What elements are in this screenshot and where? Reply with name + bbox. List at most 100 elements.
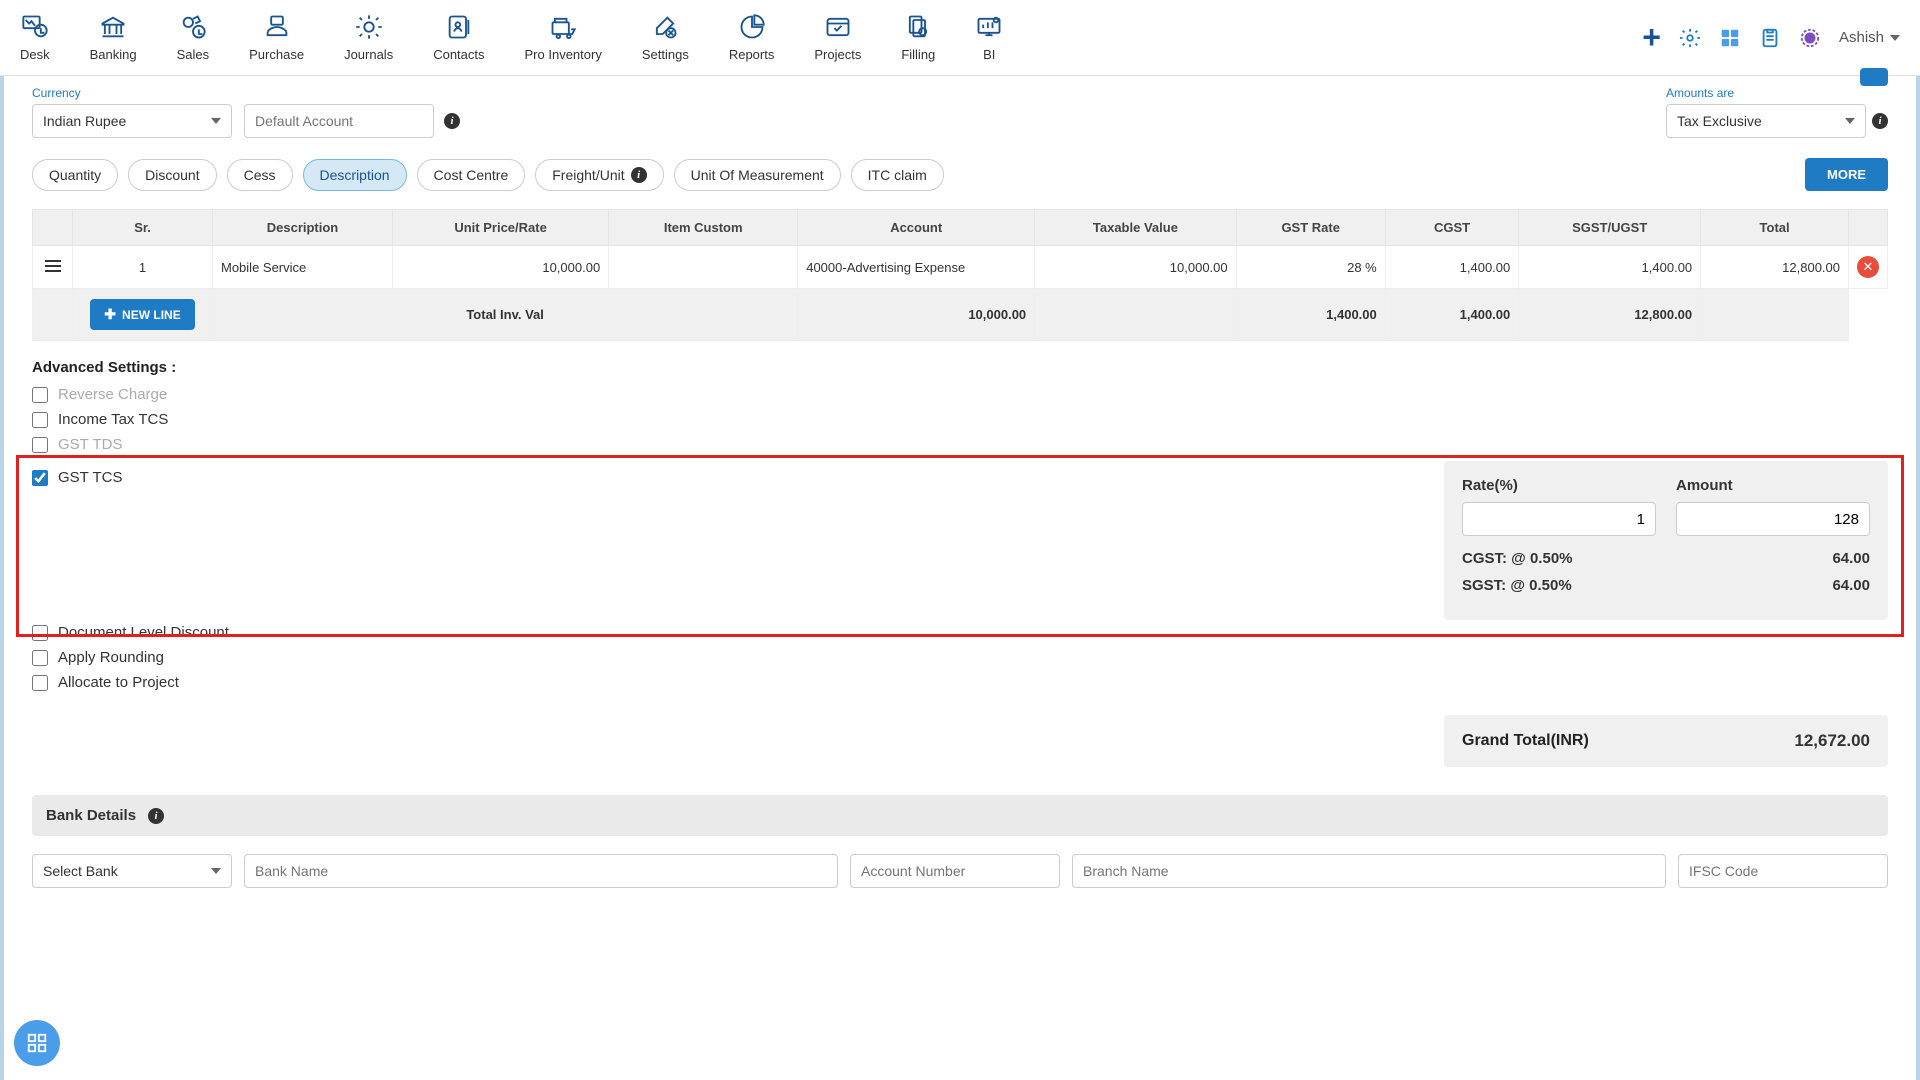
nav-sales[interactable]: Sales <box>177 13 210 62</box>
nav-inventory[interactable]: Pro Inventory <box>525 13 602 62</box>
grid-icon <box>26 1032 48 1054</box>
bank-branch-input[interactable] <box>1072 854 1666 888</box>
currency-select[interactable]: Indian Rupee <box>32 104 232 138</box>
nav-purchase[interactable]: Purchase <box>249 13 304 62</box>
bi-icon <box>975 13 1003 41</box>
reports-icon <box>738 13 766 41</box>
cb-gst-tds: GST TDS <box>32 436 1888 453</box>
info-icon[interactable]: i <box>444 113 460 129</box>
drag-handle-icon[interactable] <box>45 260 61 272</box>
bank-account-input[interactable] <box>850 854 1060 888</box>
bank-row: Select Bank <box>32 854 1888 888</box>
chip-itc[interactable]: ITC claim <box>851 159 944 191</box>
chip-quantity[interactable]: Quantity <box>32 159 118 191</box>
amounts-group: Amounts are Tax Exclusive i <box>1666 86 1888 138</box>
info-icon[interactable]: i <box>1872 113 1888 129</box>
currency-group: Currency Indian Rupee <box>32 86 232 138</box>
bank-name-input[interactable] <box>244 854 838 888</box>
col-item-custom: Item Custom <box>609 210 798 246</box>
grand-total-value: 12,672.00 <box>1794 731 1870 751</box>
sales-icon <box>179 13 207 41</box>
inventory-icon <box>549 13 577 41</box>
nav-menu: Desk Banking Sales Purchase Journals Con… <box>20 13 1003 62</box>
user-name: Ashish <box>1839 29 1884 46</box>
col-unit-price: Unit Price/Rate <box>393 210 609 246</box>
tcs-amount-input[interactable] <box>1676 502 1870 536</box>
purchase-icon <box>263 13 291 41</box>
tcs-amount-label: Amount <box>1676 477 1870 494</box>
chevron-down-icon <box>1890 35 1900 41</box>
tcs-panel: Rate(%) Amount CGST: @ 0.50% 64.00 SGST: … <box>1444 461 1888 620</box>
bank-ifsc-input[interactable] <box>1678 854 1888 888</box>
gear-icon[interactable] <box>1679 27 1701 49</box>
bank-details-header[interactable]: Bank Detailsi <box>32 795 1888 836</box>
chip-cess[interactable]: Cess <box>227 159 293 191</box>
column-chips: Quantity Discount Cess Description Cost … <box>32 158 1888 191</box>
cb-reverse-charge: Reverse Charge <box>32 386 1888 403</box>
nav-banking[interactable]: Banking <box>90 13 137 62</box>
tcs-rate-label: Rate(%) <box>1462 477 1656 494</box>
col-total: Total <box>1701 210 1849 246</box>
col-account: Account <box>798 210 1035 246</box>
projects-icon <box>824 13 852 41</box>
col-gst-rate: GST Rate <box>1236 210 1385 246</box>
col-sr: Sr. <box>73 210 213 246</box>
more-button[interactable]: MORE <box>1805 158 1888 191</box>
nav-journals[interactable]: Journals <box>344 13 393 62</box>
tcs-rate-input[interactable] <box>1462 502 1656 536</box>
top-navbar: Desk Banking Sales Purchase Journals Con… <box>0 0 1920 76</box>
settings-icon <box>651 13 679 41</box>
advanced-title: Advanced Settings : <box>32 359 1888 376</box>
grand-total-panel: Grand Total(INR) 12,672.00 <box>1444 715 1888 767</box>
nav-projects[interactable]: Projects <box>814 13 861 62</box>
amounts-select[interactable]: Tax Exclusive <box>1666 104 1866 138</box>
nav-filling[interactable]: Filling <box>901 13 935 62</box>
col-sgst: SGST/UGST <box>1519 210 1701 246</box>
main-content: Currency Indian Rupee i Amounts are Tax … <box>0 76 1920 1080</box>
nav-contacts[interactable]: Contacts <box>433 13 484 62</box>
new-line-button[interactable]: ✚NEW LINE <box>90 299 194 330</box>
cb-doc-level-discount[interactable]: Document Level Discount <box>32 624 1888 641</box>
bank-icon <box>99 13 127 41</box>
cb-gst-tcs[interactable]: GST TCS <box>32 469 1444 486</box>
nav-bi[interactable]: BI <box>975 13 1003 62</box>
nav-reports[interactable]: Reports <box>729 13 775 62</box>
cb-income-tax-tcs[interactable]: Income Tax TCS <box>32 411 1888 428</box>
col-desc: Description <box>213 210 393 246</box>
chip-uom[interactable]: Unit Of Measurement <box>674 159 841 191</box>
table-row[interactable]: 1 Mobile Service 10,000.00 40000-Adverti… <box>33 246 1888 289</box>
bank-select[interactable]: Select Bank <box>32 854 232 888</box>
cb-allocate-project[interactable]: Allocate to Project <box>32 674 1888 691</box>
info-icon: i <box>631 167 647 183</box>
default-account-input[interactable] <box>244 104 434 138</box>
contacts-icon <box>445 13 473 41</box>
partial-badge <box>1860 68 1888 86</box>
tcs-cgst-value: 64.00 <box>1832 550 1870 567</box>
grand-total-label: Grand Total(INR) <box>1462 732 1589 750</box>
tcs-sgst-value: 64.00 <box>1832 577 1870 594</box>
top-right-tools: + Ashish <box>1642 19 1900 56</box>
info-icon: i <box>148 808 164 824</box>
cb-apply-rounding[interactable]: Apply Rounding <box>32 649 1888 666</box>
chip-freight[interactable]: Freight/Uniti <box>535 159 663 191</box>
calculator-icon[interactable] <box>1719 27 1741 49</box>
chip-description[interactable]: Description <box>303 159 407 191</box>
col-cgst: CGST <box>1385 210 1519 246</box>
desk-icon <box>21 13 49 41</box>
col-taxable: Taxable Value <box>1035 210 1236 246</box>
tcs-cgst-label: CGST: @ 0.50% <box>1462 550 1573 567</box>
currency-label: Currency <box>32 86 232 100</box>
nav-settings[interactable]: Settings <box>642 13 689 62</box>
app-launcher-button[interactable] <box>14 1020 60 1066</box>
nav-desk[interactable]: Desk <box>20 13 50 62</box>
chip-cost-centre[interactable]: Cost Centre <box>417 159 526 191</box>
user-menu[interactable]: Ashish <box>1839 29 1900 46</box>
tcs-sgst-label: SGST: @ 0.50% <box>1462 577 1572 594</box>
amounts-label: Amounts are <box>1666 86 1888 100</box>
add-icon[interactable]: + <box>1642 19 1661 56</box>
clipboard-icon[interactable] <box>1759 27 1781 49</box>
delete-row-icon[interactable]: ✕ <box>1857 256 1879 278</box>
line-items-table: Sr. Description Unit Price/Rate Item Cus… <box>32 209 1888 341</box>
new-badge-icon[interactable] <box>1799 27 1821 49</box>
chip-discount[interactable]: Discount <box>128 159 216 191</box>
